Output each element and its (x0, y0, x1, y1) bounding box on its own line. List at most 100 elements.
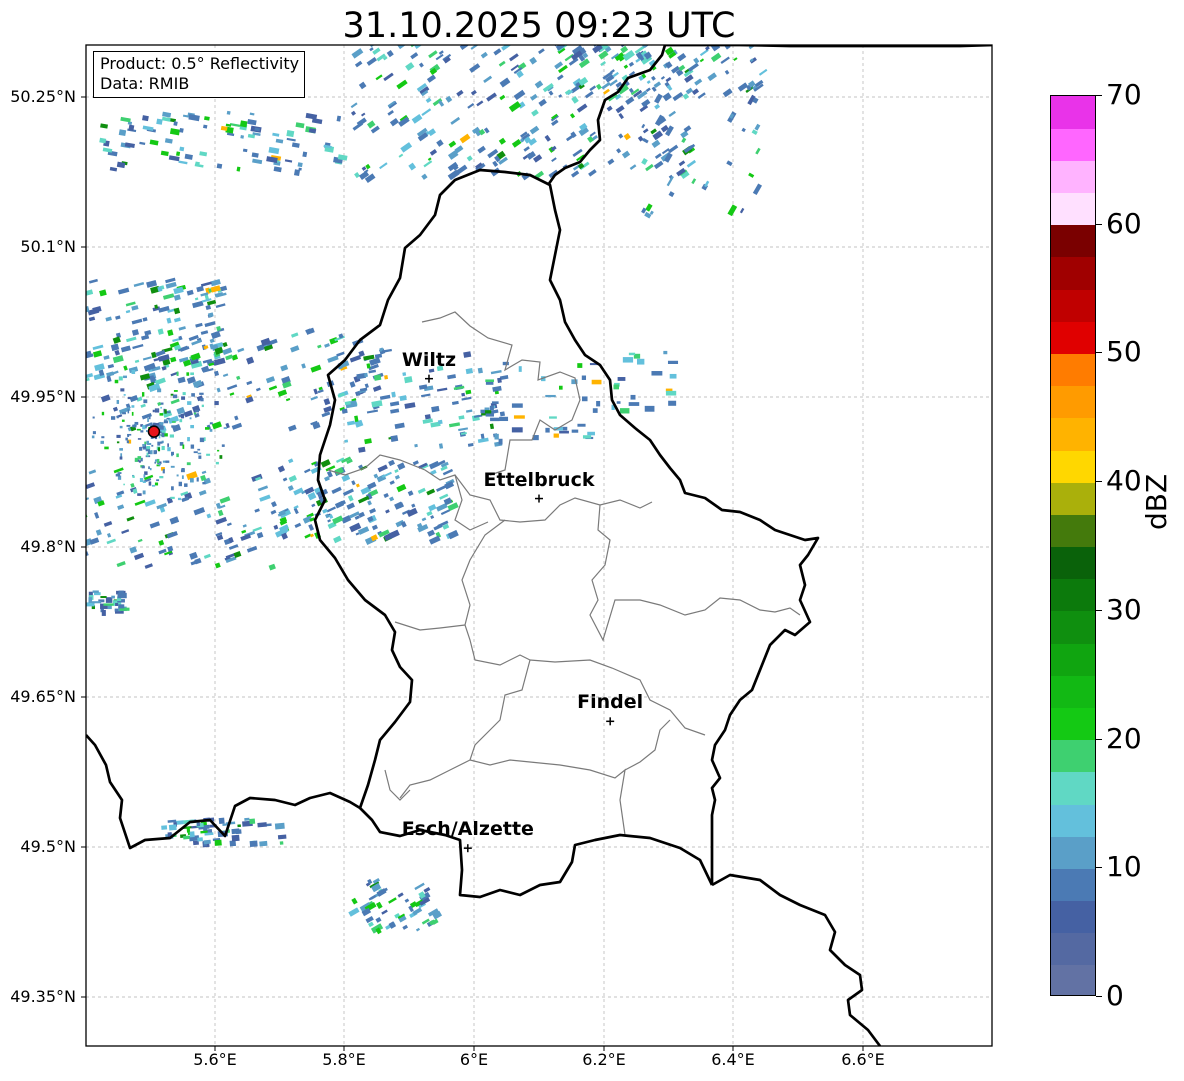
colorbar-tick-mark (1096, 223, 1102, 225)
echo-cell (623, 64, 629, 69)
echo-cell (435, 53, 444, 61)
echo-cell (229, 392, 235, 396)
echo-cell (545, 394, 556, 398)
echo-cell (189, 417, 192, 420)
echo-cell (461, 392, 466, 397)
echo-cell (418, 62, 424, 68)
echo-cell (438, 50, 444, 55)
echo-cell (275, 138, 284, 144)
echo-cell (249, 112, 255, 116)
echo-cell (103, 603, 114, 606)
echo-cell (89, 537, 100, 545)
echo-cell (206, 513, 212, 519)
map-frame (85, 44, 993, 1047)
echo-cell (491, 401, 499, 404)
echo-cell (377, 464, 388, 473)
echo-cell (198, 455, 202, 459)
echo-cell (251, 473, 263, 482)
echo-cell (157, 388, 162, 393)
echo-cell (158, 462, 161, 466)
echo-cell (431, 405, 440, 413)
echo-cell (112, 370, 119, 375)
echo-cell (592, 408, 598, 413)
echo-cell (667, 144, 679, 154)
echo-cell (209, 338, 215, 344)
echo-cell (126, 516, 135, 522)
echo-cell (284, 159, 293, 163)
echo-cell (219, 496, 231, 504)
echo-cell (369, 47, 374, 52)
colorbar-segment (1051, 868, 1095, 902)
echo-cell (669, 373, 677, 379)
echo-cell (402, 372, 407, 377)
echo-cell (498, 60, 506, 67)
echo-cell (389, 117, 399, 127)
echo-cell (129, 546, 138, 554)
echo-cell (159, 441, 163, 444)
echo-cell (118, 590, 124, 597)
echo-cell (133, 552, 145, 561)
echo-cell (354, 415, 359, 422)
colorbar-tick-label: 30 (1106, 592, 1142, 626)
echo-cell (102, 147, 113, 153)
echo-cell (237, 824, 241, 828)
echo-cell (170, 356, 177, 363)
echo-cell (229, 122, 241, 128)
echo-cell (678, 160, 686, 167)
echo-cell (161, 430, 166, 434)
echo-cell (440, 509, 451, 516)
echo-cell (152, 409, 155, 413)
echo-cell (188, 114, 200, 122)
echo-cell (285, 397, 291, 402)
echo-cell (259, 840, 268, 847)
echo-cell (641, 207, 647, 214)
echo-cell (438, 443, 444, 449)
echo-cell (125, 301, 136, 307)
echo-cell (329, 336, 339, 345)
echo-cell (121, 529, 130, 534)
echo-cell (265, 376, 276, 384)
echo-cell (426, 488, 436, 496)
echo-cell (375, 74, 383, 81)
echo-cell (157, 441, 161, 446)
echo-cell (159, 413, 164, 416)
echo-cell (226, 110, 231, 115)
echo-cell (402, 924, 409, 930)
echo-cell (127, 397, 131, 400)
echo-cell (92, 431, 96, 435)
colorbar-segment (1051, 385, 1095, 419)
echo-cell (529, 56, 538, 65)
echo-cell (513, 415, 525, 419)
echo-cell (649, 210, 654, 215)
echo-cell (244, 817, 250, 821)
echo-cell (323, 405, 333, 413)
echo-cell (294, 522, 302, 529)
echo-cell (350, 102, 358, 109)
echo-cell (132, 424, 137, 428)
echo-cell (189, 478, 194, 483)
echo-cell (187, 401, 192, 405)
echo-cell (663, 350, 668, 355)
echo-cell (390, 408, 400, 414)
echo-cell (140, 430, 144, 433)
echo-cell (282, 477, 288, 482)
echo-cell (288, 424, 297, 432)
echo-cell (367, 500, 372, 506)
colorbar-segment (1051, 771, 1095, 805)
echo-cell (162, 469, 165, 474)
echo-cell (190, 424, 195, 429)
colorbar-segment (1051, 96, 1095, 129)
echo-cell (290, 332, 299, 338)
echo-cell (270, 509, 277, 515)
echo-cell (99, 289, 107, 297)
echo-cell (485, 413, 494, 417)
echo-cell (150, 422, 153, 427)
echo-cell (651, 371, 663, 376)
echo-cell (237, 347, 245, 353)
echo-cell (616, 401, 621, 404)
echo-cell (181, 396, 186, 400)
echo-cell (548, 90, 554, 96)
echo-cell (149, 415, 151, 420)
echo-cell (190, 444, 195, 449)
echo-cell (202, 481, 206, 485)
